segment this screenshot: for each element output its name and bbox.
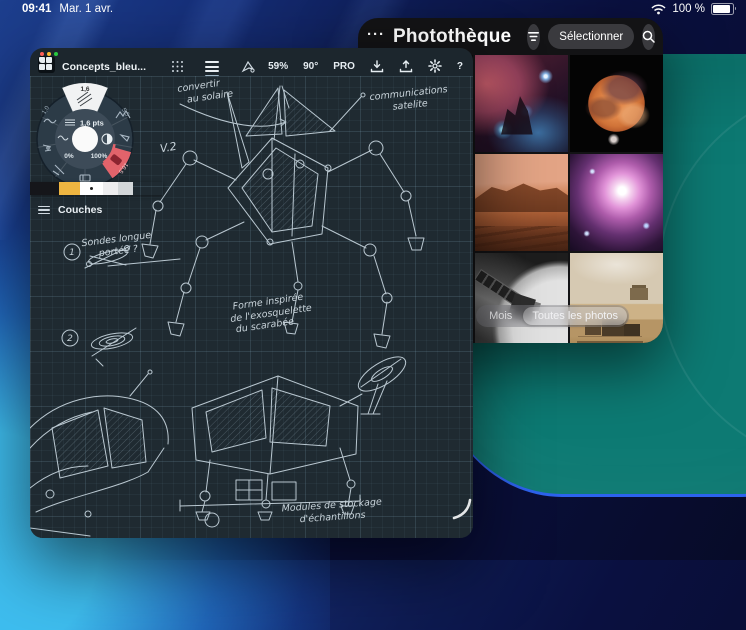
- status-bar: 09:41 Mar. 1 avr. 100 %: [0, 3, 746, 19]
- selection-tool-icon[interactable]: [241, 60, 255, 73]
- photo-tile-spacecraft[interactable]: [475, 253, 568, 343]
- filter-lines-icon: [527, 31, 540, 42]
- photo-tile-mars-desert[interactable]: [475, 154, 568, 251]
- photo-tile-orion-nebula[interactable]: [570, 154, 663, 251]
- rotation-value[interactable]: 90°: [303, 61, 318, 72]
- palette-swatch-black[interactable]: [30, 182, 59, 195]
- window-controls[interactable]: [40, 52, 58, 56]
- help-button[interactable]: ?: [457, 61, 463, 72]
- layers-list-icon: [38, 206, 50, 215]
- select-button[interactable]: Sélectionner: [548, 24, 634, 49]
- minimize-icon[interactable]: [47, 52, 51, 56]
- battery-icon: [711, 3, 734, 15]
- concepts-window: Concepts_bleu... 59% 90° PRO: [30, 48, 473, 538]
- filter-button[interactable]: [527, 24, 540, 50]
- layers-label: Couches: [58, 204, 102, 216]
- photo-tile-desert-rover[interactable]: [570, 253, 663, 343]
- photos-view-switcher: Mois Toutes les photos: [476, 305, 629, 327]
- palette-swatch-offwhite[interactable]: [103, 182, 118, 195]
- pencil-size-label: 1,6: [80, 86, 89, 93]
- zoom-window-icon[interactable]: [54, 52, 58, 56]
- wifi-icon: [651, 4, 666, 15]
- document-title[interactable]: Concepts_bleu...: [62, 61, 146, 73]
- search-button[interactable]: [642, 24, 655, 50]
- window-options-button[interactable]: ···: [367, 30, 385, 40]
- tab-month[interactable]: Mois: [478, 307, 523, 325]
- photos-title: Photothèque: [393, 26, 511, 48]
- clock: 09:41: [22, 3, 51, 15]
- drawing-canvas[interactable]: 1 2: [30, 76, 473, 538]
- tab-all-photos[interactable]: Toutes les photos: [523, 307, 627, 325]
- zoom-level[interactable]: 59%: [268, 61, 288, 72]
- layers-row[interactable]: Couches: [38, 204, 102, 216]
- pro-badge[interactable]: PRO: [333, 61, 355, 72]
- photo-tile-mars-planet[interactable]: [570, 55, 663, 152]
- concepts-logo-icon[interactable]: [38, 56, 55, 73]
- battery-percent: 100 %: [672, 3, 705, 15]
- settings-gear-icon[interactable]: [428, 59, 442, 73]
- color-preview[interactable]: [72, 126, 98, 152]
- layers-panel-icon[interactable]: [205, 61, 219, 72]
- opacity-min-label: 0%: [64, 153, 74, 160]
- palette-swatch-gray[interactable]: [118, 182, 133, 195]
- import-icon[interactable]: [370, 60, 384, 73]
- tool-wheel[interactable]: 1,6 1,0 5,5 16,5 0,9: [37, 83, 133, 189]
- concepts-toolbar: Concepts_bleu... 59% 90° PRO: [30, 48, 473, 76]
- search-icon: [642, 30, 655, 43]
- palette-swatch-orange[interactable]: [59, 182, 80, 195]
- probe-number-2: 2: [67, 334, 73, 344]
- close-icon[interactable]: [40, 52, 44, 56]
- color-palette: [30, 182, 163, 195]
- gallery-grid-icon[interactable]: [172, 61, 183, 72]
- opacity-max-label: 100%: [91, 153, 108, 160]
- date: Mar. 1 avr.: [59, 3, 113, 15]
- probe-number-1: 1: [69, 248, 75, 258]
- palette-swatch-white-selected[interactable]: [80, 182, 103, 195]
- export-icon[interactable]: [399, 60, 413, 73]
- photo-tile-flame-nebula[interactable]: [475, 55, 568, 152]
- annotation-version: V.2: [159, 141, 178, 155]
